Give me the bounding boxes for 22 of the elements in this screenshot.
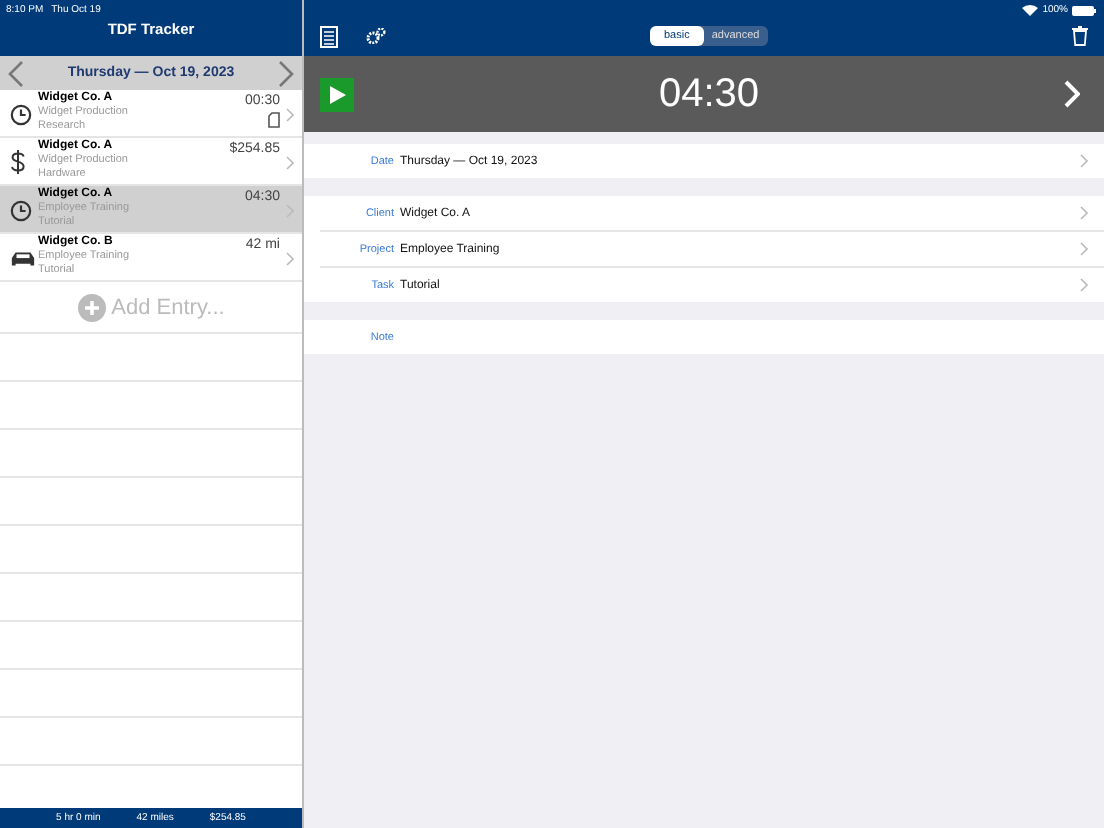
clock-icon <box>10 103 32 125</box>
chevron-icon <box>286 252 294 266</box>
chevron-icon <box>286 108 294 122</box>
chevron-icon <box>286 156 294 170</box>
car-icon <box>10 249 36 267</box>
wifi-icon <box>1022 4 1039 16</box>
list-icon[interactable] <box>320 25 338 47</box>
timer-value: 04:30 <box>658 71 760 117</box>
clock-icon <box>10 199 32 221</box>
trash-icon[interactable] <box>1072 26 1088 46</box>
chevron-icon[interactable] <box>1064 80 1080 108</box>
settings-icon[interactable] <box>366 28 386 44</box>
play-button[interactable] <box>320 77 354 111</box>
dollar-icon <box>10 150 26 174</box>
note-icon <box>268 112 280 128</box>
play-icon <box>329 85 345 103</box>
battery-icon <box>1072 5 1096 15</box>
chevron-icon <box>1080 206 1088 220</box>
plus-icon <box>77 293 106 321</box>
chevron-icon <box>1080 278 1088 292</box>
chevron-icon <box>1080 154 1088 168</box>
chevron-icon <box>1080 242 1088 256</box>
